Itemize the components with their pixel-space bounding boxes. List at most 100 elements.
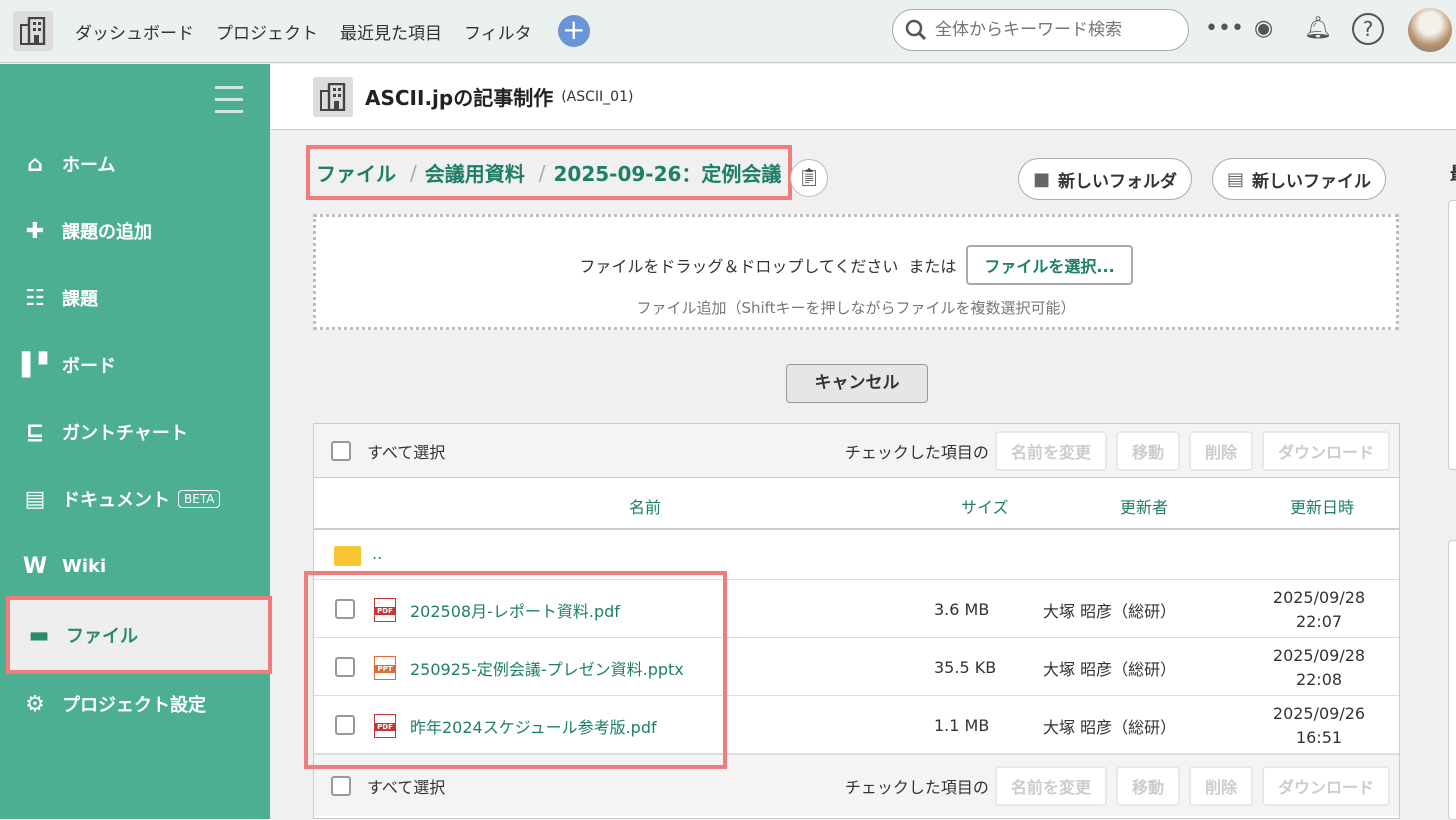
sidebar-item-label: ドキュメント — [62, 490, 170, 511]
file-time: 22:07 — [1295, 612, 1343, 631]
delete-button[interactable]: 削除 — [1188, 430, 1253, 471]
new-file-label: 新しいファイル — [1252, 171, 1372, 192]
right-panel: 最 — [1420, 130, 1456, 820]
plus-icon: ✚ — [25, 218, 45, 244]
project-key: (ASCII_01) — [561, 88, 634, 105]
nav-dashboard[interactable]: ダッシュボード — [75, 19, 194, 44]
drop-or: または — [908, 257, 957, 276]
sidebar-item-label: 課題 — [62, 289, 98, 310]
beta-badge: BETA — [178, 490, 221, 508]
gear-icon: ⚙ — [25, 691, 45, 717]
sidebar-item-label: Wiki — [62, 555, 107, 577]
more-icon[interactable]: ••• — [1205, 16, 1244, 41]
avatar[interactable] — [1408, 8, 1452, 52]
project-header: ASCII.jpの記事制作 (ASCII_01) — [270, 64, 1456, 130]
sidebar-item-project-settings[interactable]: ⚙ プロジェクト設定 — [0, 671, 270, 737]
bell-icon[interactable]: 🔔︎ — [1304, 16, 1332, 41]
search-box[interactable] — [892, 9, 1189, 51]
select-all-checkbox[interactable] — [331, 440, 351, 461]
nav-filter[interactable]: フィルタ — [464, 19, 532, 44]
sidebar-item-add-issue[interactable]: ✚ 課題の追加 — [0, 198, 270, 264]
file-date: 2025/09/28 — [1272, 646, 1366, 665]
search-icon — [905, 19, 927, 41]
sidebar-item-home[interactable]: ⌂ ホーム — [0, 131, 270, 197]
column-size[interactable]: サイズ — [961, 494, 1009, 518]
column-user[interactable]: 更新者 — [1120, 494, 1168, 518]
eye-icon[interactable]: ◉ — [1254, 16, 1273, 41]
sidebar-item-label: 課題の追加 — [62, 222, 152, 243]
nav-recent[interactable]: 最近見た項目 — [340, 19, 442, 44]
sidebar-item-label: ボード — [62, 356, 116, 377]
breadcrumb: ファイル / 会議用資料/ 2025-09-26：定例会議 — [306, 145, 792, 200]
cancel-button[interactable]: キャンセル — [786, 364, 928, 403]
download-button[interactable]: ダウンロード — [1261, 765, 1390, 806]
file-date: 2025/09/26 — [1272, 704, 1366, 723]
document-icon: ▤ — [24, 486, 46, 512]
right-panel-heading: 最 — [1450, 160, 1456, 186]
sidebar-item-documents[interactable]: ▤ ドキュメント BETA — [0, 466, 270, 532]
drop-zone[interactable]: ファイルをドラッグ＆ドロップしてください または ファイルを選択... ファイル追加… — [313, 214, 1399, 330]
gantt-icon: ⊑ — [25, 419, 45, 445]
sidebar-item-label: プロジェクト設定 — [62, 695, 206, 716]
search-input[interactable] — [935, 20, 1165, 40]
new-folder-button[interactable]: ■ 新しいフォルダ — [1018, 158, 1193, 200]
help-icon[interactable]: ? — [1352, 13, 1384, 45]
checked-label: チェックした項目の — [844, 442, 989, 462]
file-size: 3.6 MB — [934, 600, 990, 619]
file-updater: 大塚 昭彦（総研） — [1043, 718, 1177, 737]
building-icon[interactable] — [13, 11, 53, 51]
project-title[interactable]: ASCII.jpの記事制作 — [365, 82, 553, 111]
rename-button[interactable]: 名前を変更 — [994, 430, 1107, 471]
right-panel-box — [1448, 540, 1456, 820]
column-date[interactable]: 更新日時 — [1290, 494, 1354, 518]
building-icon — [313, 76, 353, 117]
file-time: 16:51 — [1295, 728, 1343, 747]
rename-button[interactable]: 名前を変更 — [994, 765, 1107, 806]
board-icon: ▌▘ — [22, 352, 56, 378]
parent-link[interactable]: .. — [372, 544, 382, 563]
sidebar-item-wiki[interactable]: W Wiki — [0, 533, 270, 599]
sidebar-item-gantt[interactable]: ⊑ ガントチャート — [0, 399, 270, 465]
select-all-checkbox[interactable] — [331, 775, 351, 796]
new-file-button[interactable]: ▤ 新しいファイル — [1212, 158, 1387, 200]
top-bar: ダッシュボード プロジェクト 最近見た項目 フィルタ + ••• ◉ 🔔︎ ? — [0, 0, 1456, 63]
sidebar-item-label: ホーム — [62, 155, 116, 176]
sidebar: ⌂ ホーム ✚ 課題の追加 ☷ 課題 ▌▘ ボード ⊑ ガントチャート ▤ ドキュメント BE… — [0, 64, 272, 819]
new-folder-label: 新しいフォルダ — [1058, 171, 1178, 192]
right-panel-box — [1448, 200, 1456, 470]
delete-button[interactable]: 削除 — [1188, 765, 1253, 806]
download-button[interactable]: ダウンロード — [1261, 430, 1390, 471]
folder-icon — [334, 546, 361, 566]
clipboard-icon[interactable]: 📋︎ — [790, 159, 828, 197]
drop-text: ファイルをドラッグ＆ドロップしてください — [579, 257, 899, 276]
breadcrumb-current: 2025-09-26：定例会議 — [553, 162, 782, 186]
table-header: 名前 サイズ 更新者 更新日時 — [314, 478, 1399, 530]
file-time: 22:08 — [1295, 670, 1343, 689]
file-updated: 2025/09/26 16:51 — [1254, 702, 1384, 750]
drop-hint: ファイル追加（Shiftキーを押しながらファイルを複数選択可能） — [636, 299, 1076, 317]
select-file-button[interactable]: ファイルを選択... — [966, 245, 1133, 285]
move-button[interactable]: 移動 — [1115, 430, 1180, 471]
folder-icon: ▬ — [28, 622, 50, 648]
sidebar-item-files[interactable]: ▬ ファイル — [6, 596, 272, 674]
file-updater: 大塚 昭彦（総研） — [1043, 660, 1177, 679]
file-plus-icon: ▤ — [1227, 168, 1245, 190]
file-size: 1.1 MB — [934, 716, 990, 735]
add-icon[interactable]: + — [557, 15, 590, 47]
select-all-label: すべて選択 — [367, 442, 446, 462]
column-name[interactable]: 名前 — [629, 494, 661, 518]
breadcrumb-files[interactable]: ファイル — [316, 158, 396, 187]
file-date: 2025/09/28 — [1272, 588, 1366, 607]
sidebar-item-board[interactable]: ▌▘ ボード — [0, 332, 270, 398]
checked-label: チェックした項目の — [844, 777, 989, 797]
sidebar-item-issues[interactable]: ☷ 課題 — [0, 265, 270, 331]
menu-icon[interactable] — [215, 86, 243, 122]
nav-projects[interactable]: プロジェクト — [216, 19, 318, 44]
folder-plus-icon: ■ — [1033, 168, 1051, 190]
file-updated: 2025/09/28 22:08 — [1254, 644, 1384, 692]
breadcrumb-folder[interactable]: 会議用資料 — [425, 158, 525, 187]
file-updater: 大塚 昭彦（総研） — [1043, 602, 1177, 621]
move-button[interactable]: 移動 — [1115, 765, 1180, 806]
file-updated: 2025/09/28 22:07 — [1254, 586, 1384, 634]
highlight-box — [304, 571, 727, 769]
